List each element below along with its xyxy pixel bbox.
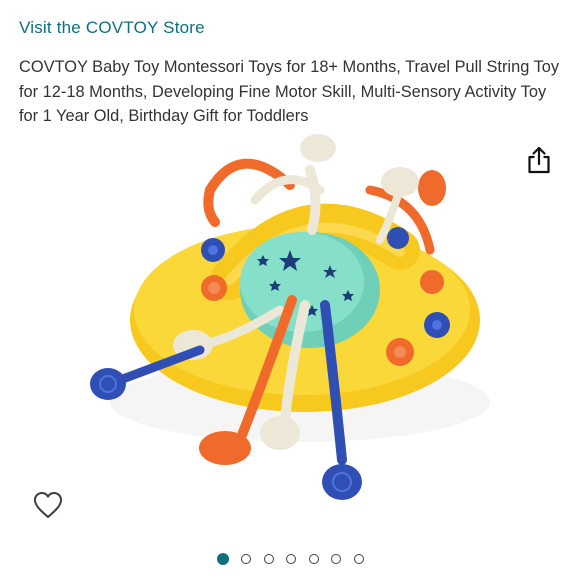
carousel-dot[interactable]	[353, 554, 364, 564]
image-carousel-dots	[0, 552, 580, 568]
visit-store-link[interactable]: Visit the COVTOY Store	[19, 18, 205, 38]
share-button[interactable]	[524, 144, 554, 176]
carousel-dot[interactable]	[308, 554, 319, 564]
share-icon	[528, 146, 550, 174]
heart-icon	[34, 492, 62, 518]
carousel-dot[interactable]	[216, 553, 229, 565]
toy-illustration	[90, 134, 490, 500]
carousel-dot[interactable]	[331, 554, 341, 564]
wishlist-button[interactable]	[31, 488, 65, 522]
product-image[interactable]	[80, 130, 500, 530]
carousel-dot[interactable]	[241, 554, 251, 564]
carousel-dot[interactable]	[286, 554, 296, 564]
product-title: COVTOY Baby Toy Montessori Toys for 18+ …	[19, 58, 560, 125]
carousel-dot[interactable]	[263, 554, 274, 564]
